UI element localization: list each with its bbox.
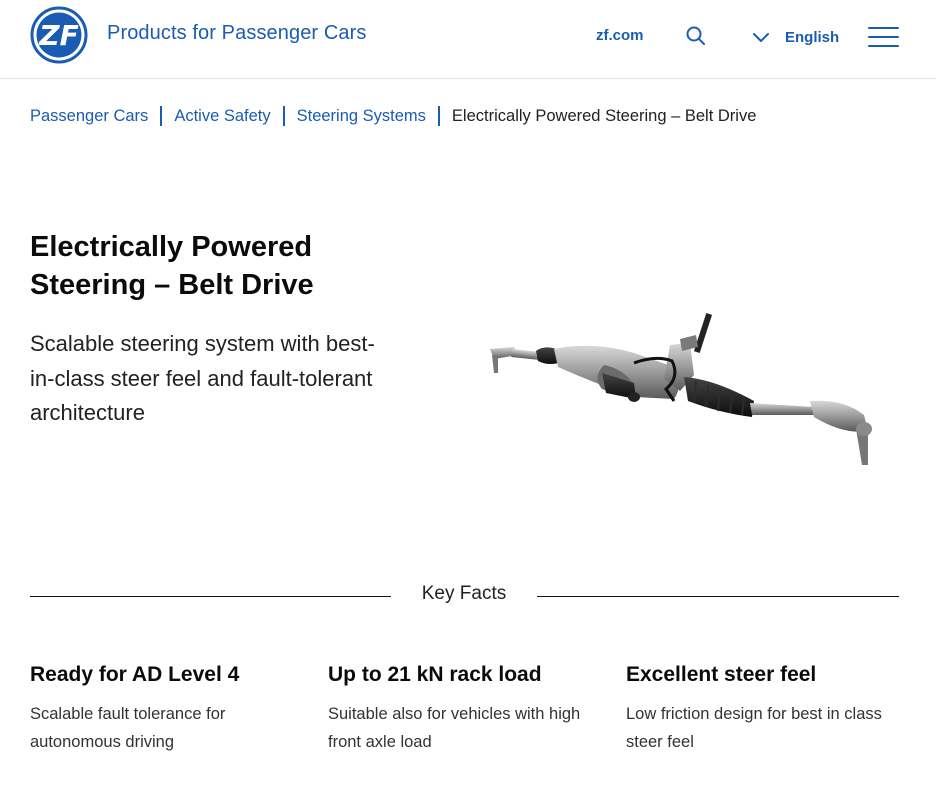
key-fact-card: Up to 21 kN rack load Suitable also for … (328, 660, 603, 756)
breadcrumb-current: Electrically Powered Steering – Belt Dri… (451, 106, 757, 125)
page-title-line-1: Electrically Powered (30, 231, 313, 263)
key-facts-heading: Key Facts (421, 583, 507, 604)
page-title-line-2: Steering – Belt Drive (30, 269, 314, 301)
key-fact-card: Excellent steer feel Low friction design… (626, 660, 901, 756)
language-label: English (785, 28, 840, 46)
breadcrumb-separator (160, 106, 163, 126)
site-title[interactable]: Products for Passenger Cars (107, 22, 366, 45)
key-fact-description: Low friction design for best in class st… (626, 705, 882, 751)
language-selector[interactable]: English (752, 24, 839, 50)
steering-system-product-image (490, 313, 872, 465)
page-title: Electrically Powered Steering – Belt Dri… (30, 228, 390, 304)
key-facts-divider-left (30, 596, 391, 597)
zf-com-link[interactable]: zf.com (596, 27, 644, 44)
page-subtitle: Scalable steering system with best-in-cl… (30, 331, 375, 425)
key-fact-description: Scalable fault tolerance for autonomous … (30, 705, 226, 751)
breadcrumb-steering-systems[interactable]: Steering Systems (297, 107, 426, 126)
key-facts-divider-right (537, 596, 899, 597)
key-fact-title: Ready for AD Level 4 (30, 663, 240, 686)
breadcrumb-separator (437, 106, 440, 126)
key-fact-title: Excellent steer feel (626, 663, 817, 686)
zf-logo[interactable]: ZF (30, 6, 88, 64)
chevron-down-icon (753, 33, 769, 42)
breadcrumb-active-safety[interactable]: Active Safety (174, 107, 270, 126)
breadcrumb-separator (282, 106, 285, 126)
site-header: ZF Products for Passenger Cars zf.com En… (0, 0, 936, 79)
key-fact-description: Suitable also for vehicles with high fro… (328, 705, 581, 751)
search-icon[interactable] (684, 24, 708, 48)
key-fact-card: Ready for AD Level 4 Scalable fault tole… (30, 660, 305, 756)
breadcrumb-passenger-cars[interactable]: Passenger Cars (30, 107, 148, 126)
breadcrumb: Passenger Cars Active Safety Steering Sy… (30, 106, 756, 126)
key-fact-title: Up to 21 kN rack load (328, 663, 542, 686)
hamburger-menu-icon[interactable] (868, 27, 899, 48)
svg-text:ZF: ZF (38, 19, 78, 52)
